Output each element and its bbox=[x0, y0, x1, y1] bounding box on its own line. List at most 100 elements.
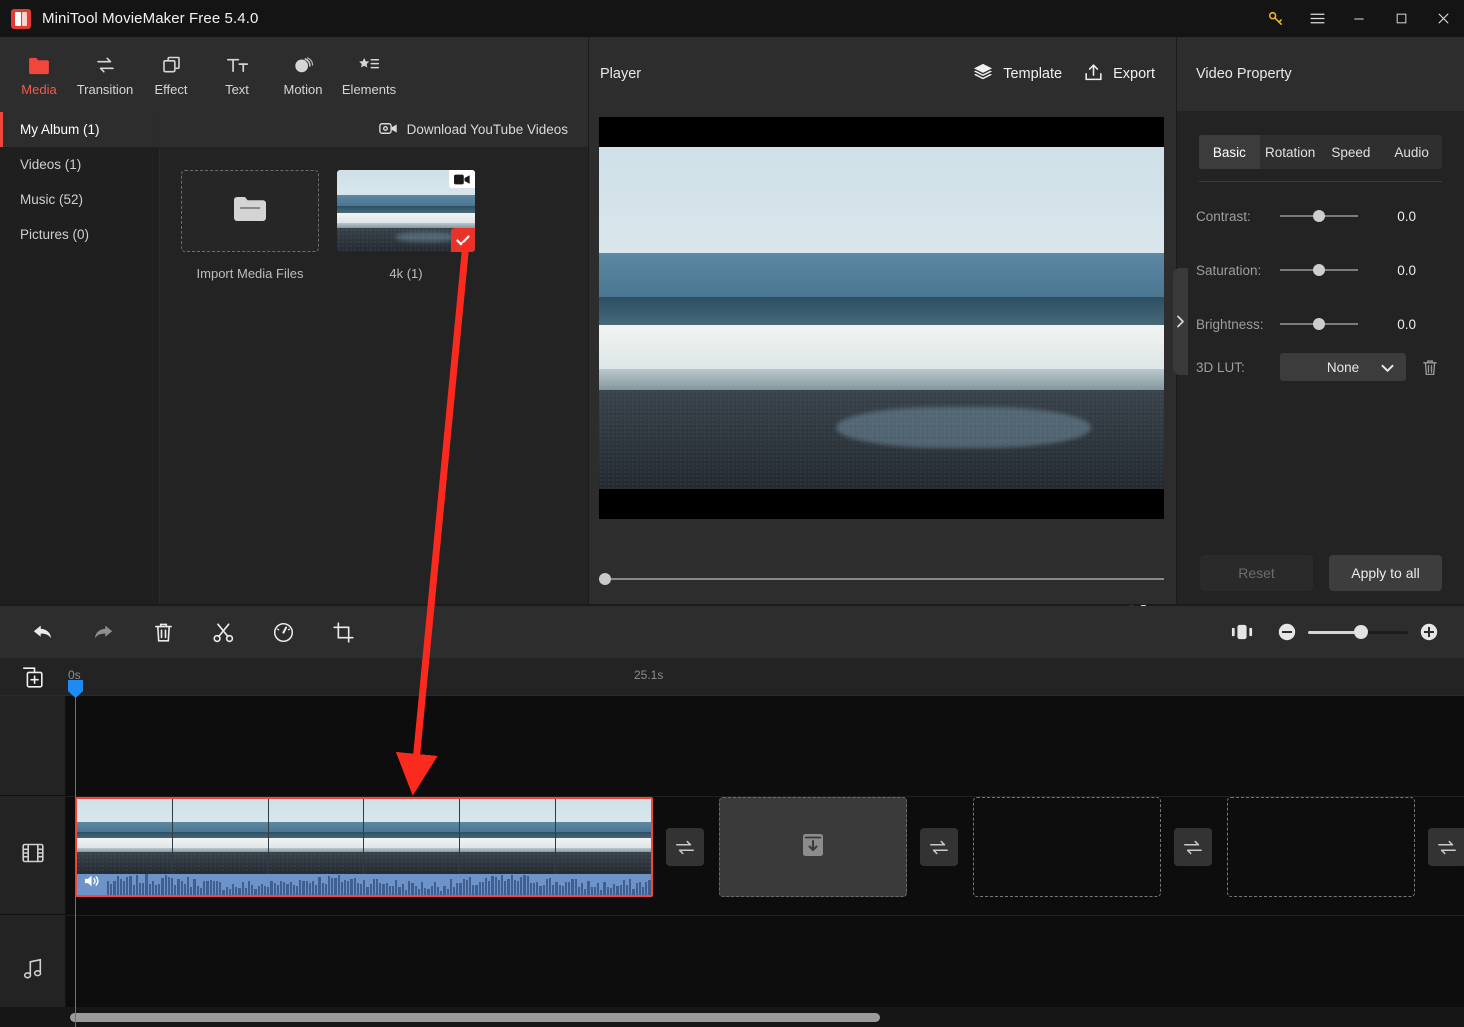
lut-select[interactable]: None bbox=[1280, 353, 1406, 381]
seek-knob[interactable] bbox=[599, 573, 611, 585]
timeline-drop-slot-1[interactable] bbox=[719, 797, 907, 897]
template-button[interactable]: Template bbox=[973, 63, 1062, 85]
media-category-music[interactable]: Music (52) bbox=[0, 182, 159, 217]
add-media-to-timeline-button[interactable] bbox=[21, 666, 45, 688]
saturation-slider[interactable] bbox=[1280, 264, 1358, 276]
saturation-row: Saturation: 0.0 bbox=[1196, 250, 1446, 290]
fit-timeline-button[interactable] bbox=[1212, 606, 1272, 658]
ribbon-tab-elements[interactable]: Elements bbox=[336, 37, 402, 112]
timeline-hscrollbar-thumb[interactable] bbox=[70, 1013, 880, 1022]
property-panel-title: Video Property bbox=[1177, 37, 1464, 111]
media-grid: Import Media Files 4k (1) bbox=[161, 147, 588, 604]
ribbon-tab-media[interactable]: Media bbox=[6, 37, 72, 112]
slider-knob[interactable] bbox=[1313, 318, 1325, 330]
ribbon-tab-label: Media bbox=[21, 81, 57, 97]
layers-icon bbox=[161, 53, 182, 75]
clip-frame bbox=[556, 799, 651, 874]
ribbon-tab-label: Text bbox=[225, 81, 249, 97]
brightness-row: Brightness: 0.0 bbox=[1196, 304, 1446, 344]
ribbon-tab-label: Elements bbox=[341, 81, 397, 97]
clip-mute-icon[interactable] bbox=[84, 874, 101, 893]
contrast-label: Contrast: bbox=[1196, 208, 1251, 224]
ruler-tick-0: 0s bbox=[68, 668, 81, 682]
zoom-in-button[interactable] bbox=[1414, 606, 1444, 658]
import-media-tile[interactable]: Import Media Files bbox=[181, 170, 319, 604]
maximize-icon[interactable] bbox=[1380, 0, 1422, 37]
player-header: Player Template Export bbox=[589, 37, 1176, 111]
folder-icon bbox=[28, 53, 50, 75]
transition-slot-2[interactable] bbox=[920, 828, 958, 866]
transition-slot-3[interactable] bbox=[1174, 828, 1212, 866]
timeline-ruler[interactable]: 0s 25.1s bbox=[0, 658, 1464, 696]
ribbon-tab-text[interactable]: Text bbox=[204, 37, 270, 112]
media-item-label: 4k (1) bbox=[389, 266, 423, 281]
timeline-hscrollbar[interactable] bbox=[0, 1007, 1464, 1027]
contrast-slider[interactable] bbox=[1280, 210, 1358, 222]
video-type-badge-icon bbox=[449, 170, 475, 188]
media-thumbnail[interactable] bbox=[337, 170, 475, 252]
media-selected-check-icon bbox=[451, 228, 475, 252]
ribbon-tab-label: Transition bbox=[76, 81, 134, 97]
zoom-out-button[interactable] bbox=[1272, 606, 1302, 658]
export-button[interactable]: Export bbox=[1084, 63, 1155, 86]
crop-button[interactable] bbox=[313, 606, 373, 658]
apply-to-all-button[interactable]: Apply to all bbox=[1329, 555, 1442, 591]
transition-icon bbox=[94, 53, 117, 75]
ribbon-tab-motion[interactable]: Motion bbox=[270, 37, 336, 112]
import-media-label: Import Media Files bbox=[196, 266, 304, 281]
zoom-slider[interactable] bbox=[1308, 625, 1408, 639]
ribbon-tab-effect[interactable]: Effect bbox=[138, 37, 204, 112]
split-button[interactable] bbox=[193, 606, 253, 658]
delete-button[interactable] bbox=[133, 606, 193, 658]
video-track-header[interactable] bbox=[0, 796, 66, 915]
player-stage[interactable] bbox=[599, 117, 1164, 519]
tab-speed[interactable]: Speed bbox=[1321, 135, 1382, 169]
tab-rotation[interactable]: Rotation bbox=[1260, 135, 1321, 169]
tab-audio[interactable]: Audio bbox=[1381, 135, 1442, 169]
panel-collapse-handle[interactable] bbox=[1173, 268, 1188, 375]
undo-button[interactable] bbox=[13, 606, 73, 658]
template-label: Template bbox=[1003, 66, 1063, 82]
brightness-value: 0.0 bbox=[1397, 316, 1416, 332]
timeline-clip-video[interactable] bbox=[75, 797, 653, 897]
tab-label: Rotation bbox=[1264, 144, 1316, 160]
media-item-4k[interactable]: 4k (1) bbox=[337, 170, 475, 604]
media-category-pictures[interactable]: Pictures (0) bbox=[0, 217, 159, 252]
clip-frame bbox=[77, 799, 173, 874]
zoom-slider-knob[interactable] bbox=[1354, 625, 1368, 639]
download-youtube-videos-button[interactable]: Download YouTube Videos bbox=[378, 112, 568, 147]
redo-button[interactable] bbox=[73, 606, 133, 658]
property-divider bbox=[1199, 181, 1442, 182]
minimize-icon[interactable] bbox=[1338, 0, 1380, 37]
zoom-controls bbox=[1212, 606, 1444, 658]
slider-knob[interactable] bbox=[1313, 210, 1325, 222]
tab-label: Audio bbox=[1394, 144, 1429, 160]
category-label: Music (52) bbox=[20, 192, 84, 207]
slider-knob[interactable] bbox=[1313, 264, 1325, 276]
category-label: Pictures (0) bbox=[20, 227, 90, 242]
hamburger-menu-icon[interactable] bbox=[1296, 0, 1338, 37]
overlay-lane[interactable] bbox=[66, 696, 1464, 796]
lut-delete-button[interactable] bbox=[1422, 359, 1438, 376]
timeline-drop-slot-2[interactable] bbox=[973, 797, 1161, 897]
transition-slot-1[interactable] bbox=[666, 828, 704, 866]
key-icon[interactable] bbox=[1254, 0, 1296, 37]
speed-button[interactable] bbox=[253, 606, 313, 658]
overlay-track-header[interactable] bbox=[0, 696, 66, 796]
transition-slot-4[interactable] bbox=[1428, 828, 1464, 866]
tab-basic[interactable]: Basic bbox=[1199, 135, 1260, 169]
saturation-value: 0.0 bbox=[1397, 262, 1416, 278]
audio-lane[interactable] bbox=[66, 916, 1464, 1007]
ribbon-tab-transition[interactable]: Transition bbox=[72, 37, 138, 112]
reset-button[interactable]: Reset bbox=[1200, 555, 1313, 591]
lut-selected-value: None bbox=[1326, 359, 1360, 375]
brightness-slider[interactable] bbox=[1280, 318, 1358, 330]
close-icon[interactable] bbox=[1422, 0, 1464, 37]
timeline-drop-slot-3[interactable] bbox=[1227, 797, 1415, 897]
zoom-slider-fill bbox=[1308, 631, 1360, 634]
player-seek-slider[interactable] bbox=[599, 573, 1164, 585]
ribbon-tab-label: Motion bbox=[283, 81, 323, 97]
media-category-videos[interactable]: Videos (1) bbox=[0, 147, 159, 182]
media-category-my-album[interactable]: My Album (1) bbox=[0, 112, 159, 147]
import-dropzone[interactable] bbox=[181, 170, 319, 252]
